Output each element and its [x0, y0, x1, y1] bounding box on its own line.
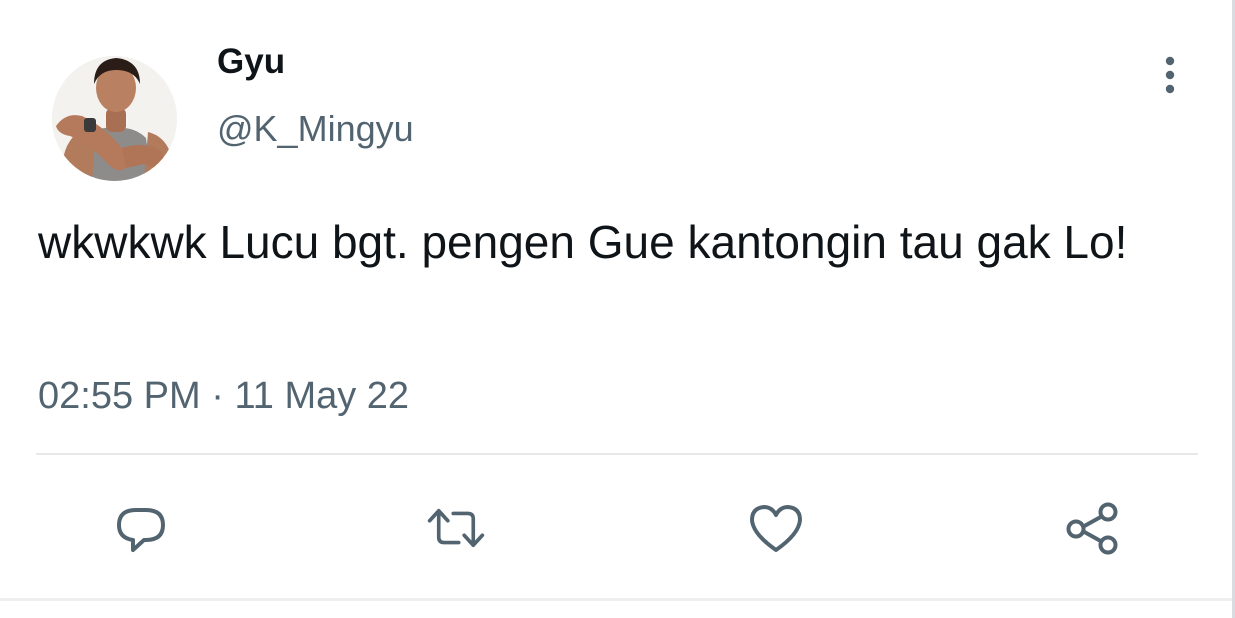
tweet-text: wkwkwk Lucu bgt. pengen Gue kantongin ta…: [38, 216, 1128, 268]
card-bottom-border: [0, 598, 1232, 601]
retweet-button[interactable]: [426, 498, 486, 558]
reply-icon: [117, 508, 165, 552]
share-button[interactable]: [1062, 498, 1122, 558]
share-icon: [1066, 502, 1118, 555]
more-options-button[interactable]: [1152, 52, 1188, 98]
tweet-time: 02:55 PM: [38, 375, 201, 417]
retweet-icon: [427, 508, 485, 548]
tweet-timestamp[interactable]: 02:55 PM · 11 May 22: [38, 372, 409, 420]
user-handle[interactable]: @K_Mingyu: [217, 107, 414, 151]
tweet-date: 11 May 22: [234, 375, 410, 417]
like-button[interactable]: [746, 498, 806, 558]
divider: [36, 453, 1198, 455]
avatar[interactable]: [52, 56, 177, 181]
more-vertical-icon: [1165, 56, 1175, 94]
reply-button[interactable]: [111, 498, 171, 558]
meta-separator: ·: [211, 375, 224, 417]
heart-icon: [750, 505, 802, 552]
tweet-card: Gyu @K_Mingyu wkwkwk Lucu bgt. pengen Gu…: [0, 0, 1235, 618]
display-name[interactable]: Gyu: [217, 40, 285, 84]
